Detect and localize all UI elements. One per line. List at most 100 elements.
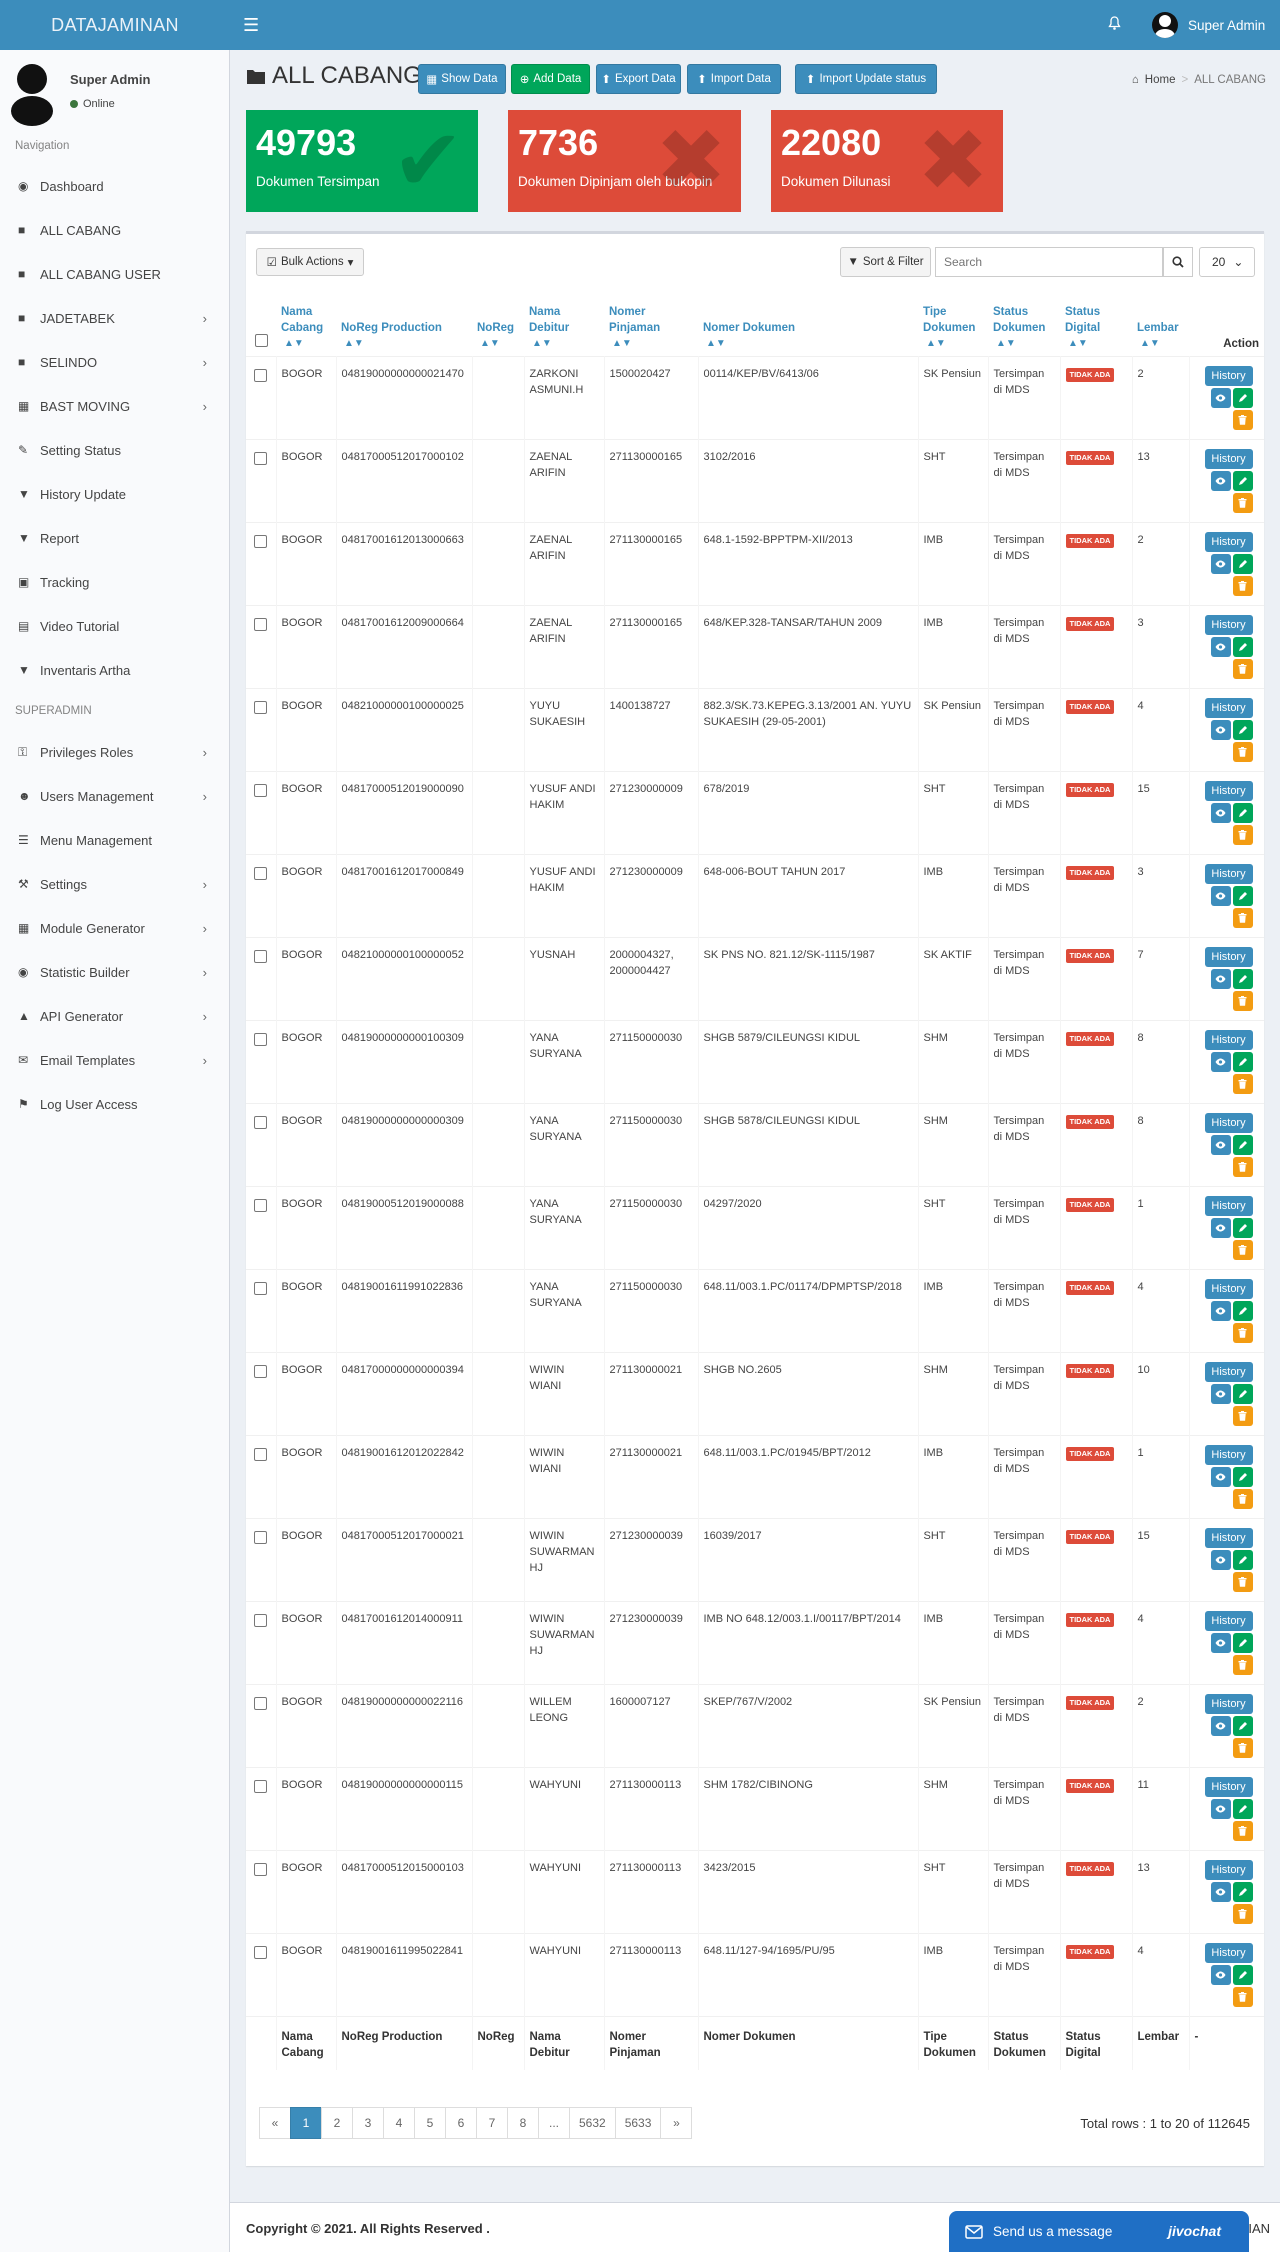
view-button[interactable] [1210, 1632, 1231, 1653]
history-button[interactable]: History [1204, 1942, 1253, 1963]
delete-button[interactable] [1232, 409, 1253, 430]
pagination-page[interactable]: 5633 [614, 2107, 662, 2139]
edit-button[interactable] [1232, 1300, 1253, 1321]
sidebar-item-menu-management[interactable]: ☰ Menu Management [0, 820, 229, 860]
bell-icon[interactable] [1108, 16, 1121, 35]
row-checkbox[interactable] [254, 1364, 268, 1378]
delete-button[interactable] [1232, 1322, 1253, 1343]
delete-button[interactable] [1232, 1903, 1253, 1924]
sidebar-item-jadetabek[interactable]: ■ JADETABEK › [0, 298, 229, 338]
sidebar-item-dashboard[interactable]: ◉ Dashboard [0, 166, 229, 206]
view-button[interactable] [1210, 885, 1231, 906]
bulk-actions-button[interactable]: ☑ Bulk Actions ▾ [256, 248, 364, 276]
edit-button[interactable] [1232, 1466, 1253, 1487]
history-button[interactable]: History [1204, 1527, 1253, 1548]
sidebar-item-tracking[interactable]: ▣ Tracking [0, 562, 229, 602]
delete-button[interactable] [1232, 1488, 1253, 1509]
pagination-page[interactable]: 4 [383, 2107, 415, 2139]
edit-button[interactable] [1232, 1217, 1253, 1238]
edit-button[interactable] [1232, 968, 1253, 989]
view-button[interactable] [1210, 1549, 1231, 1570]
history-button[interactable]: History [1204, 614, 1253, 635]
row-checkbox[interactable] [254, 451, 268, 465]
pagination-prev[interactable]: « [259, 2107, 291, 2139]
edit-button[interactable] [1232, 553, 1253, 574]
history-button[interactable]: History [1204, 863, 1253, 884]
show-data-button[interactable]: ▦ Show Data [418, 64, 506, 94]
view-button[interactable] [1210, 1881, 1231, 1902]
export-data-button[interactable]: ⬆ Export Data [596, 64, 681, 94]
view-button[interactable] [1210, 470, 1231, 491]
row-checkbox[interactable] [254, 1115, 268, 1129]
pagination-page[interactable]: 1 [290, 2107, 322, 2139]
history-button[interactable]: History [1204, 1776, 1253, 1797]
sidebar-item-selindo[interactable]: ■ SELINDO › [0, 342, 229, 382]
view-button[interactable] [1210, 1466, 1231, 1487]
pagination-page[interactable]: ... [538, 2107, 570, 2139]
row-checkbox[interactable] [254, 1198, 268, 1212]
pagination-page[interactable]: 8 [507, 2107, 539, 2139]
delete-button[interactable] [1232, 1820, 1253, 1841]
delete-button[interactable] [1232, 492, 1253, 513]
sidebar-item-all-cabang[interactable]: ■ ALL CABANG [0, 210, 229, 250]
view-button[interactable] [1210, 553, 1231, 574]
view-button[interactable] [1210, 1051, 1231, 1072]
breadcrumb-home[interactable]: Home [1145, 74, 1176, 86]
sidebar-item-log-user-access[interactable]: ⚑ Log User Access [0, 1084, 229, 1124]
sidebar-item-privileges-roles[interactable]: ⚿ Privileges Roles › [0, 732, 229, 772]
row-checkbox[interactable] [254, 1032, 268, 1046]
search-input[interactable] [935, 247, 1163, 277]
row-checkbox[interactable] [254, 949, 268, 963]
sidebar-item-settings[interactable]: ⚒ Settings › [0, 864, 229, 904]
pagination-page[interactable]: 3 [352, 2107, 384, 2139]
view-button[interactable] [1210, 1383, 1231, 1404]
row-checkbox[interactable] [254, 783, 268, 797]
sidebar-item-api-generator[interactable]: ▲ API Generator › [0, 996, 229, 1036]
column-header[interactable]: NoReg Production ▲▼ [336, 288, 472, 356]
delete-button[interactable] [1232, 824, 1253, 845]
history-button[interactable]: History [1204, 1859, 1253, 1880]
sidebar-item-users-management[interactable]: ☻ Users Management › [0, 776, 229, 816]
column-header[interactable]: Nama Cabang ▲▼ [276, 288, 336, 356]
history-button[interactable]: History [1204, 1112, 1253, 1133]
history-button[interactable]: History [1204, 1693, 1253, 1714]
history-button[interactable]: History [1204, 365, 1253, 386]
row-checkbox[interactable] [254, 1530, 268, 1544]
delete-button[interactable] [1232, 907, 1253, 928]
edit-button[interactable] [1232, 1715, 1253, 1736]
row-checkbox[interactable] [254, 617, 268, 631]
history-button[interactable]: History [1204, 1361, 1253, 1382]
sidebar-item-all-cabang-user[interactable]: ■ ALL CABANG USER [0, 254, 229, 294]
sidebar-item-inventaris-artha[interactable]: ▼ Inventaris Artha [0, 650, 229, 690]
row-checkbox[interactable] [254, 368, 268, 382]
row-checkbox[interactable] [254, 1779, 268, 1793]
row-checkbox[interactable] [254, 1613, 268, 1627]
sidebar-item-statistic-builder[interactable]: ◉ Statistic Builder › [0, 952, 229, 992]
chat-widget[interactable]: Send us a message jivochat [949, 2211, 1249, 2252]
sidebar-item-history-update[interactable]: ▼ History Update [0, 474, 229, 514]
column-header[interactable]: NoReg ▲▼ [472, 288, 524, 356]
row-checkbox[interactable] [254, 700, 268, 714]
import-update-status-button[interactable]: ⬆ Import Update status [795, 64, 937, 94]
edit-button[interactable] [1232, 719, 1253, 740]
view-button[interactable] [1210, 1964, 1231, 1985]
history-button[interactable]: History [1204, 1278, 1253, 1299]
column-header[interactable]: Nama Debitur ▲▼ [524, 288, 604, 356]
column-header[interactable]: Nomer Pinjaman ▲▼ [604, 288, 698, 356]
delete-button[interactable] [1232, 1156, 1253, 1177]
pagination-page[interactable]: 5632 [569, 2107, 616, 2139]
edit-button[interactable] [1232, 885, 1253, 906]
view-button[interactable] [1210, 636, 1231, 657]
edit-button[interactable] [1232, 470, 1253, 491]
sidebar-item-setting-status[interactable]: ✎ Setting Status [0, 430, 229, 470]
delete-button[interactable] [1232, 1986, 1253, 2007]
view-button[interactable] [1210, 802, 1231, 823]
row-checkbox[interactable] [254, 1862, 268, 1876]
pagination-page[interactable]: 5 [414, 2107, 446, 2139]
delete-button[interactable] [1232, 1737, 1253, 1758]
history-button[interactable]: History [1204, 448, 1253, 469]
app-brand[interactable]: DATAJAMINAN [0, 0, 230, 50]
column-header[interactable]: Tipe Dokumen ▲▼ [918, 288, 988, 356]
pagination-page[interactable]: 6 [445, 2107, 477, 2139]
delete-button[interactable] [1232, 1073, 1253, 1094]
